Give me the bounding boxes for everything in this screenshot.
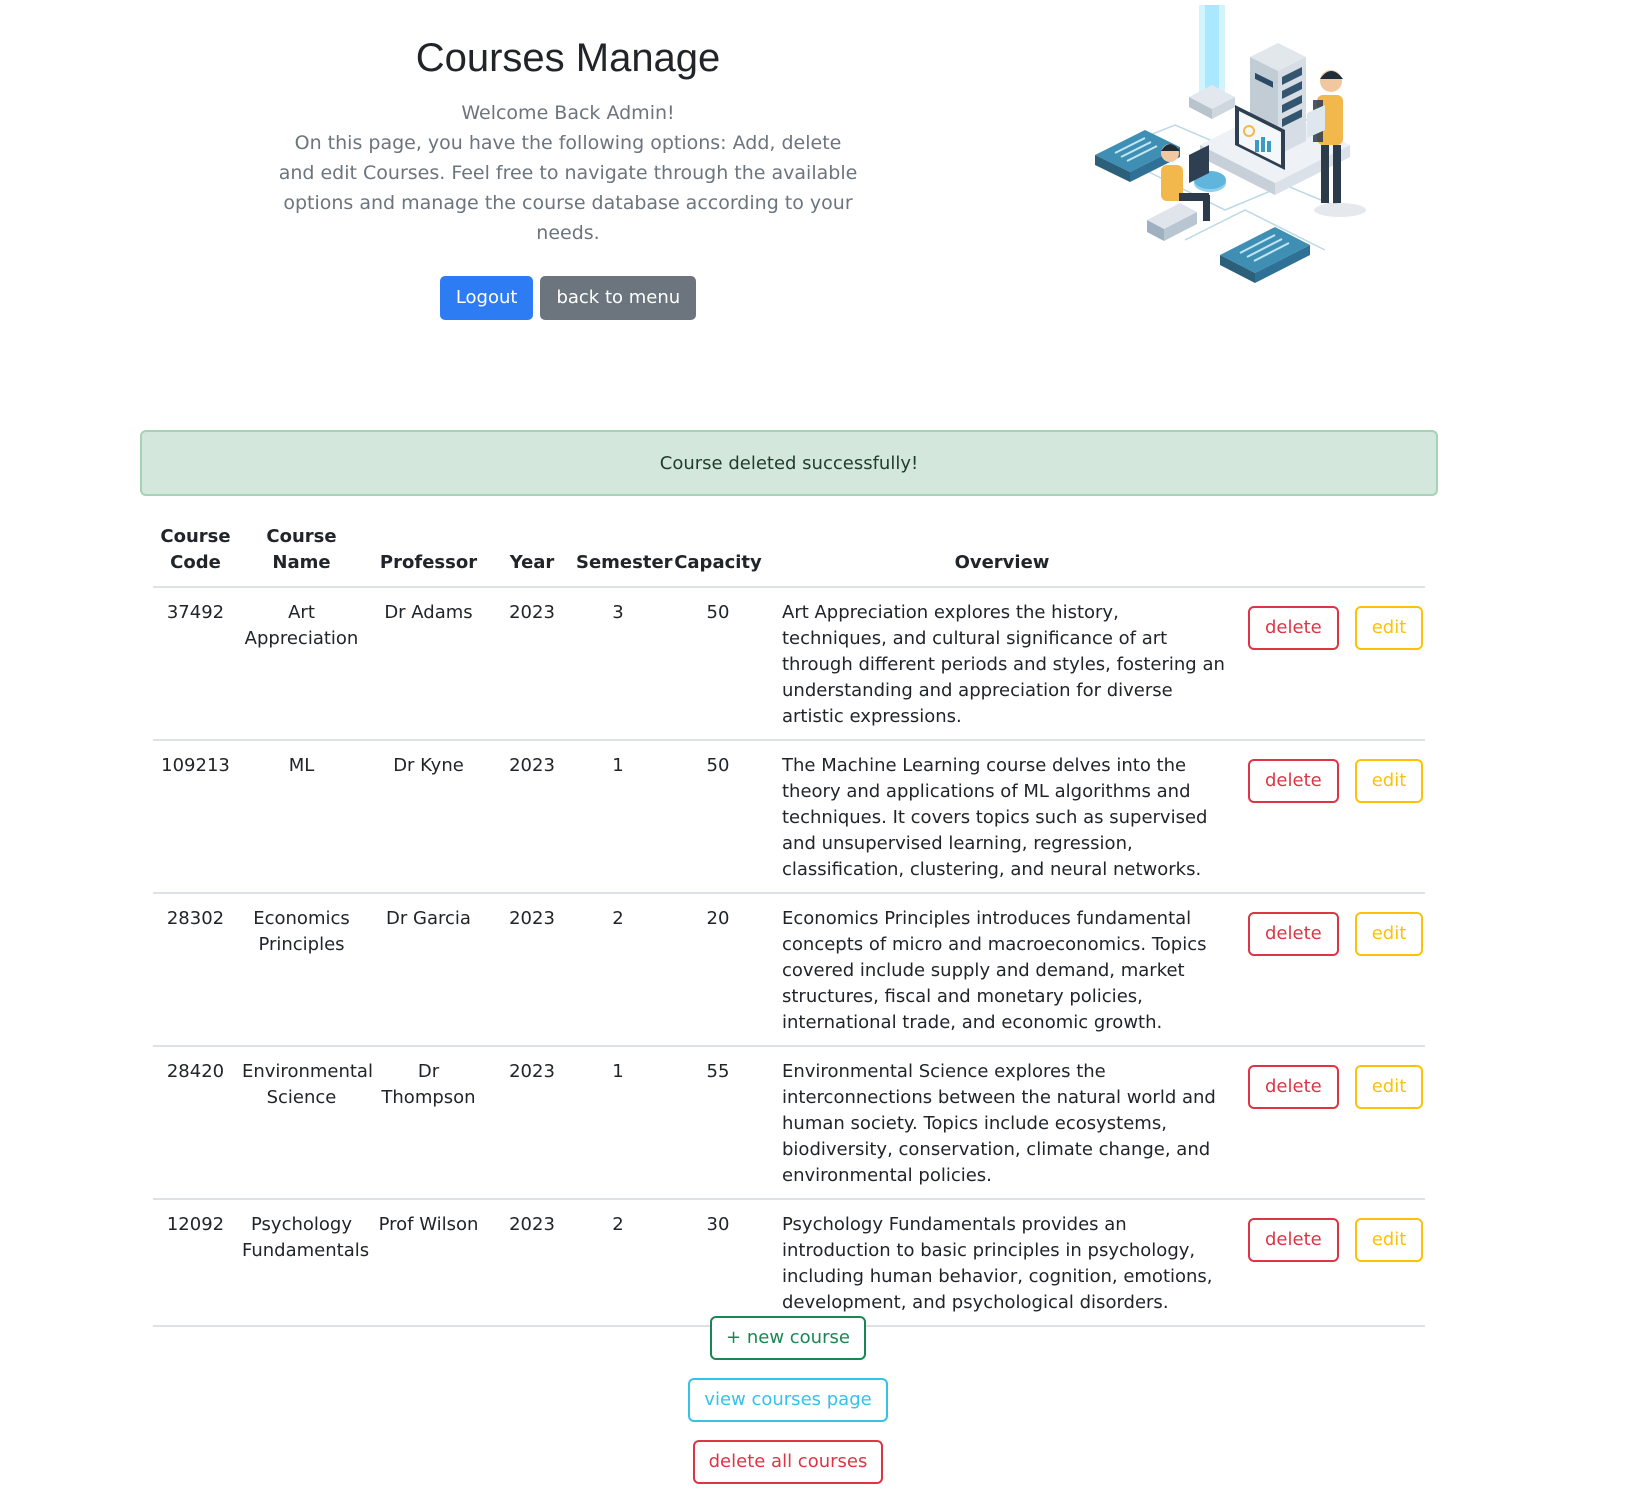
cell-overview: Economics Principles introduces fundamen… (772, 893, 1232, 1047)
cell-professor: Dr Garcia (365, 893, 492, 1047)
intro-text: On this page, you have the following opt… (278, 132, 858, 244)
cell-capacity: 50 (664, 740, 772, 894)
cell-overview: The Machine Learning course delves into … (772, 740, 1232, 894)
cell-actions: delete edit (1232, 1199, 1425, 1327)
col-header-overview: Overview (772, 520, 1232, 588)
cell-actions: delete edit (1232, 587, 1425, 741)
col-header-year: Year (492, 520, 572, 588)
cell-capacity: 50 (664, 587, 772, 741)
courses-manage-page: Courses Manage Welcome Back Admin! On th… (0, 0, 1648, 1490)
edit-button[interactable]: edit (1354, 759, 1424, 803)
delete-button[interactable]: delete (1248, 606, 1339, 650)
table-row: 37492 Art Appreciation Dr Adams 2023 3 5… (153, 587, 1425, 741)
delete-button[interactable]: delete (1248, 759, 1339, 803)
cell-course-code: 12092 (153, 1199, 238, 1327)
cell-professor: Dr Adams (365, 587, 492, 741)
cell-course-name: Economics Principles (238, 893, 365, 1047)
courses-table-container: Course Code Course Name Professor Year S… (153, 520, 1425, 1327)
col-header-actions (1232, 520, 1425, 588)
delete-button[interactable]: delete (1248, 1218, 1339, 1262)
edit-button[interactable]: edit (1354, 912, 1424, 956)
delete-all-courses-button[interactable]: delete all courses (692, 1440, 884, 1484)
cell-actions: delete edit (1232, 740, 1425, 894)
cell-year: 2023 (492, 587, 572, 741)
cell-capacity: 20 (664, 893, 772, 1047)
success-alert: Course deleted successfully! (140, 430, 1438, 496)
table-row: 12092 Psychology Fundamentals Prof Wilso… (153, 1199, 1425, 1327)
cell-course-code: 37492 (153, 587, 238, 741)
cell-year: 2023 (492, 740, 572, 894)
cell-course-name: Environmental Science (238, 1046, 373, 1200)
cell-semester: 1 (572, 1046, 664, 1200)
cell-course-code: 28420 (153, 1046, 238, 1200)
col-header-capacity: Capacity (664, 520, 772, 588)
cell-professor: Dr Thompson (365, 1046, 492, 1200)
table-row: 28302 Economics Principles Dr Garcia 202… (153, 893, 1425, 1047)
cell-year: 2023 (492, 1199, 572, 1327)
cell-course-name: ML (238, 740, 365, 894)
cell-course-code: 28302 (153, 893, 238, 1047)
cell-year: 2023 (492, 1046, 572, 1200)
new-course-button[interactable]: + new course (710, 1316, 866, 1360)
cell-semester: 3 (572, 587, 664, 741)
back-to-menu-button[interactable]: back to menu (540, 276, 697, 320)
view-courses-page-button[interactable]: view courses page (688, 1378, 888, 1422)
table-header-row: Course Code Course Name Professor Year S… (153, 520, 1425, 588)
welcome-text: Welcome Back Admin! (461, 102, 675, 124)
table-row: 28420 Environmental Science Dr Thompson … (153, 1046, 1425, 1200)
cell-professor: Dr Kyne (365, 740, 492, 894)
cell-semester: 2 (572, 893, 664, 1047)
cell-actions: delete edit (1232, 893, 1425, 1047)
delete-button[interactable]: delete (1248, 1065, 1339, 1109)
cell-year: 2023 (492, 893, 572, 1047)
header-buttons: Logout back to menu (268, 276, 868, 320)
col-header-course-name: Course Name (238, 520, 365, 588)
cell-professor: Prof Wilson (365, 1199, 492, 1327)
col-header-semester: Semester (572, 520, 673, 588)
cell-capacity: 55 (664, 1046, 772, 1200)
courses-table: Course Code Course Name Professor Year S… (153, 520, 1425, 1327)
bottom-actions: + new course view courses page delete al… (0, 1316, 1576, 1484)
cell-overview: Environmental Science explores the inter… (772, 1046, 1232, 1200)
cell-semester: 2 (572, 1199, 664, 1327)
logout-button[interactable]: Logout (439, 276, 534, 320)
col-header-course-code: Course Code (153, 520, 238, 588)
cell-actions: delete edit (1232, 1046, 1425, 1200)
cell-course-code: 109213 (153, 740, 238, 894)
page-header: Courses Manage Welcome Back Admin! On th… (268, 28, 868, 320)
cell-overview: Psychology Fundamentals provides an intr… (772, 1199, 1232, 1327)
cell-overview: Art Appreciation explores the history, t… (772, 587, 1232, 741)
server-admin-illustration (1085, 5, 1385, 295)
delete-button[interactable]: delete (1248, 912, 1339, 956)
cell-course-name: Psychology Fundamentals (238, 1199, 369, 1327)
edit-button[interactable]: edit (1354, 1065, 1424, 1109)
cell-course-name: Art Appreciation (238, 587, 365, 741)
cell-semester: 1 (572, 740, 664, 894)
cell-capacity: 30 (664, 1199, 772, 1327)
edit-button[interactable]: edit (1354, 1218, 1424, 1262)
table-row: 109213 ML Dr Kyne 2023 1 50 The Machine … (153, 740, 1425, 894)
page-title: Courses Manage (415, 36, 721, 80)
edit-button[interactable]: edit (1354, 606, 1424, 650)
col-header-professor: Professor (365, 520, 492, 588)
